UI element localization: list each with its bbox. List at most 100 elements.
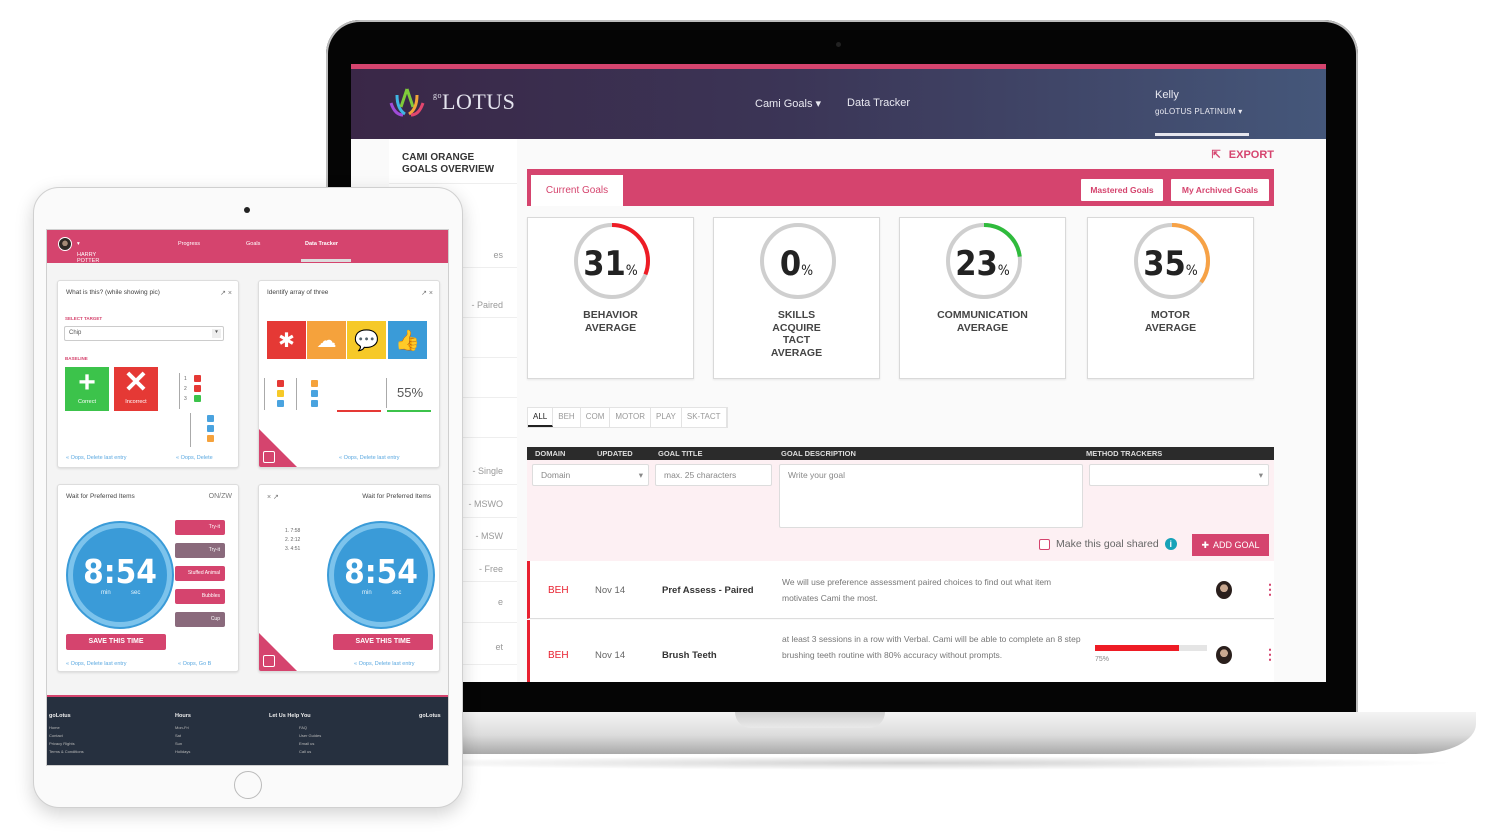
person-icon[interactable]: ✱ (267, 321, 306, 359)
nav-data-tracker[interactable]: Data Tracker (847, 97, 910, 110)
tablet-user-name[interactable]: HARRY POTTER ▾ (77, 241, 99, 264)
item-pill[interactable]: Cup (175, 612, 225, 627)
col-updated: UPDATED (597, 449, 633, 458)
sidebar-item[interactable]: - Free (479, 564, 503, 574)
sidebar-item[interactable]: - Paired (471, 300, 503, 310)
undo-link[interactable]: « Oops, Delete last entry (66, 661, 127, 667)
laptop-notch (735, 712, 885, 728)
goals-table-header: DOMAIN UPDATED GOAL TITLE GOAL DESCRIPTI… (527, 447, 1274, 460)
close-icon[interactable]: × (228, 290, 232, 297)
method-trackers-select[interactable]: ▾ (1089, 464, 1269, 486)
close-icon[interactable]: × (267, 494, 271, 501)
sidebar-item[interactable]: - Single (472, 466, 503, 476)
close-icon[interactable]: × (429, 290, 433, 297)
thumbs-up-icon[interactable]: 👍 (388, 321, 427, 359)
more-options-icon[interactable]: ⋮ (1263, 582, 1277, 596)
undo-link[interactable]: « Oops, Go B (178, 661, 211, 667)
shared-toggle[interactable]: Make this goal shared i (1039, 538, 1177, 550)
add-goal-button[interactable]: ✚ ADD GOAL (1192, 534, 1269, 556)
item-pill[interactable]: Try-it (175, 520, 225, 535)
undo-icon[interactable] (263, 655, 275, 667)
goal-title-input[interactable]: max. 25 characters (655, 464, 772, 486)
filter-all[interactable]: ALL (528, 408, 554, 427)
footer-links[interactable]: Home Contact Privacy Rights Terms & Conditi… (49, 724, 84, 756)
footer-heading: Let Us Help You (269, 713, 311, 719)
sidebar-divider (389, 183, 517, 184)
stat-card: 0% SKILLS ACQUIRE TACT AVERAGE (713, 217, 880, 379)
goal-description-input[interactable]: Write your goal (779, 464, 1083, 528)
tablet-nav-goals[interactable]: Goals (246, 241, 260, 247)
tablet-nav-progress[interactable]: Progress (178, 241, 200, 247)
goal-row[interactable]: BEH Nov 14 Pref Assess - Paired We will … (527, 561, 1277, 619)
logo[interactable]: goLOTUS (387, 87, 515, 117)
undo-link[interactable]: « Oops, Delete last entry (66, 455, 127, 461)
stat-label: COMMUNICATION AVERAGE (937, 309, 1028, 334)
speech-bubble-icon[interactable]: 💬 (347, 321, 386, 359)
tablet-screen: HARRY POTTER ▾ Progress Goals Data Track… (46, 229, 449, 766)
avatar[interactable] (58, 237, 72, 251)
chart-icon[interactable]: ↗ (421, 290, 427, 297)
card-tools: ↗ × (421, 289, 433, 297)
chevron-down-icon: ▾ (212, 329, 221, 338)
export-button[interactable]: ⇱ EXPORT (1212, 148, 1274, 162)
undo-icon[interactable] (263, 451, 275, 463)
tab-current-goals[interactable]: Current Goals (531, 175, 623, 206)
info-icon[interactable]: i (1164, 538, 1177, 550)
trial-marker (311, 390, 318, 397)
card-title: Wait for Preferred Items (66, 493, 135, 500)
trial-marker (277, 400, 284, 407)
item-pill[interactable]: Try-it (175, 543, 225, 558)
undo-link[interactable]: « Oops, Delete (176, 455, 213, 461)
target-select[interactable]: Chip ▾ (64, 326, 224, 341)
filter-motor[interactable]: MOTOR (610, 408, 651, 427)
user-menu[interactable]: Kelly goLOTUS PLATINUM ▾ (1155, 89, 1243, 116)
chart-icon[interactable]: ↗ (220, 290, 226, 297)
filter-beh[interactable]: BEH (553, 408, 581, 427)
stat-value: 35% (1143, 244, 1198, 284)
incorrect-button[interactable]: ✕ Incorrect (114, 367, 158, 411)
trial-marker (311, 380, 318, 387)
sidebar-item[interactable]: et (495, 642, 503, 652)
col-goal-title: GOAL TITLE (658, 449, 703, 458)
lotus-logo-icon (389, 88, 425, 117)
tablet-home-button[interactable] (234, 771, 262, 799)
archived-goals-button[interactable]: My Archived Goals (1171, 179, 1269, 201)
filter-sk-tact[interactable]: SK-TACT (682, 408, 727, 427)
add-goal-form: Domain ▾ max. 25 characters Write your go… (527, 460, 1274, 561)
footer-links[interactable]: FAQ User Guides Email us Call us (299, 724, 321, 756)
timer-dial[interactable]: 8:54 min sec (329, 523, 433, 627)
domain-select[interactable]: Domain ▾ (532, 464, 649, 486)
correct-button[interactable]: + Correct (65, 367, 109, 411)
save-time-button[interactable]: SAVE THIS TIME (333, 634, 433, 650)
goal-row[interactable]: BEH Nov 14 Brush Teeth at least 3 sessio… (527, 620, 1277, 682)
entry-list: 1. 7:58 2. 2:12 3. 4:51 (285, 528, 301, 552)
sidebar-item[interactable]: - MSWO (469, 499, 504, 509)
sidebar-item[interactable]: e (498, 597, 503, 607)
timer-value: 8:54 (344, 552, 418, 591)
shared-checkbox[interactable] (1039, 538, 1050, 550)
tablet-nav-data-tracker[interactable]: Data Tracker (305, 241, 338, 247)
undo-link[interactable]: « Oops, Delete last entry (339, 455, 400, 461)
save-time-button[interactable]: SAVE THIS TIME (66, 634, 166, 650)
item-pill[interactable]: Bubbles (175, 589, 225, 604)
cloud-icon[interactable]: ☁ (307, 321, 346, 359)
undo-link[interactable]: « Oops, Delete last entry (354, 661, 415, 667)
mastered-goals-button[interactable]: Mastered Goals (1081, 179, 1163, 201)
accuracy-percent: 55% (397, 385, 424, 400)
more-options-icon[interactable]: ⋮ (1263, 647, 1277, 661)
tablet-navbar: HARRY POTTER ▾ Progress Goals Data Track… (47, 230, 448, 264)
filter-com[interactable]: COM (581, 408, 611, 427)
filter-play[interactable]: PLAY (651, 408, 682, 427)
footer-heading: goLotus (419, 713, 441, 719)
nav-cami-goals[interactable]: Cami Goals ▾ (755, 97, 821, 110)
item-pill[interactable]: Stuffed Animal (175, 566, 225, 581)
goal-title: Brush Teeth (662, 650, 717, 661)
correct-bar (387, 410, 431, 412)
user-name: Kelly (1155, 89, 1179, 101)
stat-value: 31% (583, 244, 638, 284)
goals-tabbar: Current Goals Mastered Goals My Archived… (527, 169, 1274, 206)
chart-icon[interactable]: ↗ (273, 494, 279, 501)
sidebar-item[interactable]: - MSW (476, 531, 504, 541)
sidebar-item[interactable]: es (493, 250, 503, 260)
timer-dial[interactable]: 8:54 min sec (68, 523, 172, 627)
